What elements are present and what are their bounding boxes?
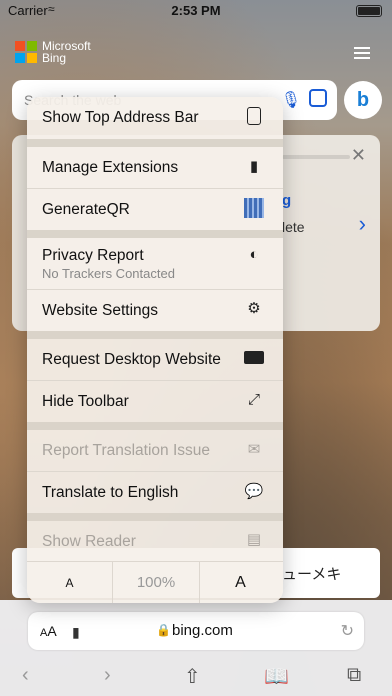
decrease-font-button[interactable]: A: [27, 562, 112, 603]
bing-chat-button[interactable]: b: [344, 81, 382, 119]
privacy-report-subtitle: No Trackers Contacted: [42, 266, 175, 281]
card-title: g: [282, 192, 292, 209]
reload-icon[interactable]: ↻: [341, 621, 354, 641]
address-bar-top-icon: [243, 107, 265, 129]
chevron-right-icon[interactable]: ›: [359, 211, 366, 237]
news-text: ューメキ: [282, 566, 342, 583]
extension-icon: ▮: [249, 158, 259, 175]
desktop-icon: [243, 351, 265, 368]
page-menu-button[interactable]: AA: [40, 623, 57, 639]
brand-line-2: Bing: [42, 51, 67, 65]
url-text: bing.com: [172, 622, 233, 639]
gear-icon: ⚙: [247, 300, 261, 317]
menu-manage-extensions[interactable]: Manage Extensions ▮: [27, 147, 283, 188]
menu-translate-english[interactable]: Translate to English 💬: [27, 472, 283, 513]
forward-icon[interactable]: ›: [104, 664, 111, 687]
group-separator: [27, 139, 283, 147]
font-size-controls: A 100% A: [27, 561, 283, 603]
card-progress-bar: [282, 155, 350, 159]
microphone-icon[interactable]: 🎙: [281, 90, 301, 110]
expand-arrows-icon: ⤢: [247, 391, 260, 408]
menu-hide-toolbar[interactable]: Hide Toolbar ⤢: [27, 381, 283, 422]
group-separator: [27, 513, 283, 521]
menu-show-top-address-bar[interactable]: Show Top Address Bar: [27, 97, 283, 139]
microsoft-logo-icon: [15, 41, 37, 63]
lock-icon: 🔒: [156, 623, 171, 637]
report-bubble-icon: ✉: [247, 441, 261, 458]
menu-request-desktop[interactable]: Request Desktop Website: [27, 339, 283, 380]
page-menu-popover: Show Top Address Bar Manage Extensions ▮…: [27, 97, 283, 603]
share-icon[interactable]: ⇧: [184, 664, 201, 689]
group-separator: [27, 331, 283, 339]
reader-icon: ▤: [246, 531, 262, 548]
visual-search-icon[interactable]: [309, 89, 327, 107]
menu-show-reader[interactable]: Show Reader ▤: [27, 521, 283, 561]
translate-icon: 💬: [244, 483, 264, 500]
clock: 2:53 PM: [171, 3, 221, 18]
menu-privacy-report[interactable]: Privacy Report No Trackers Contacted ◐: [27, 238, 283, 289]
increase-font-button[interactable]: A: [198, 562, 283, 603]
qr-code-icon: [243, 198, 265, 222]
group-separator: [27, 422, 283, 430]
close-icon[interactable]: ✕: [351, 145, 366, 166]
menu-report-translation[interactable]: Report Translation Issue ✉: [27, 430, 283, 471]
tabs-icon[interactable]: ⧉: [347, 664, 361, 687]
bing-logo[interactable]: Microsoft Bing: [15, 40, 91, 64]
bookmarks-icon[interactable]: 📖: [264, 664, 289, 689]
back-icon[interactable]: ‹: [22, 664, 29, 687]
hamburger-menu-icon[interactable]: [354, 44, 370, 62]
shield-icon: ◐: [249, 246, 259, 263]
address-bar[interactable]: AA ▮ 🔒 bing.com ↻: [28, 612, 364, 650]
menu-generate-qr[interactable]: GenerateQR: [27, 189, 283, 230]
menu-website-settings[interactable]: Website Settings ⚙: [27, 290, 283, 331]
font-size-percent: 100%: [112, 562, 200, 603]
battery-icon: [356, 5, 382, 17]
status-bar: Carrier ≈ 2:53 PM: [0, 0, 392, 22]
card-subtitle: lete: [282, 219, 305, 235]
group-separator: [27, 230, 283, 238]
extension-icon[interactable]: ▮: [72, 624, 80, 641]
